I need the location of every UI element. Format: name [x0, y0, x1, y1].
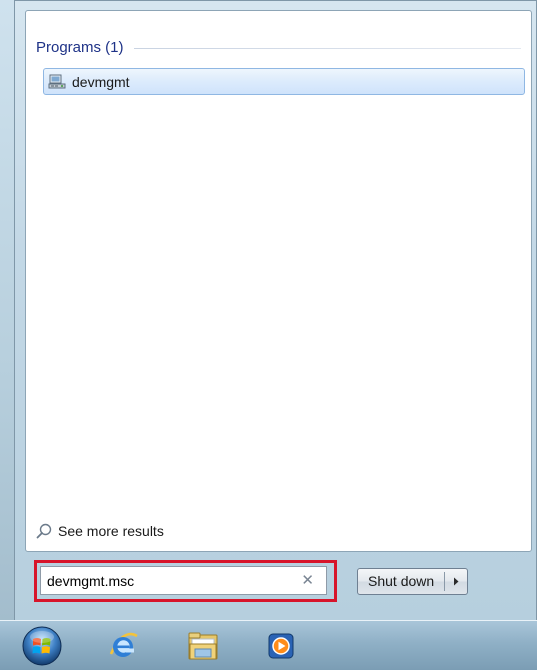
see-more-label: See more results — [58, 523, 164, 539]
search-input[interactable] — [41, 568, 287, 593]
group-divider — [133, 47, 521, 49]
windows-start-orb-icon[interactable] — [22, 626, 62, 666]
group-title: Programs (1) — [36, 38, 124, 56]
device-manager-icon — [48, 74, 66, 90]
search-box: ✕ — [40, 566, 327, 595]
search-icon — [36, 523, 52, 539]
see-more-results-link[interactable]: See more results — [36, 523, 164, 539]
programs-group-header: Programs (1) — [36, 37, 521, 57]
chevron-right-icon — [454, 577, 459, 586]
taskbar — [0, 620, 537, 670]
media-player-icon[interactable] — [262, 627, 300, 665]
shutdown-split-button: Shut down — [357, 568, 469, 595]
result-item-label: devmgmt — [72, 73, 130, 90]
search-results-pane: Programs (1) devmgmt See more results — [25, 10, 532, 552]
windows-explorer-icon[interactable] — [184, 627, 222, 665]
internet-explorer-icon[interactable] — [104, 627, 142, 665]
result-item-devmgmt[interactable]: devmgmt — [43, 68, 525, 95]
shutdown-button[interactable]: Shut down — [358, 569, 444, 594]
close-icon[interactable]: ✕ — [301, 571, 314, 589]
shutdown-options-button[interactable] — [445, 569, 467, 594]
